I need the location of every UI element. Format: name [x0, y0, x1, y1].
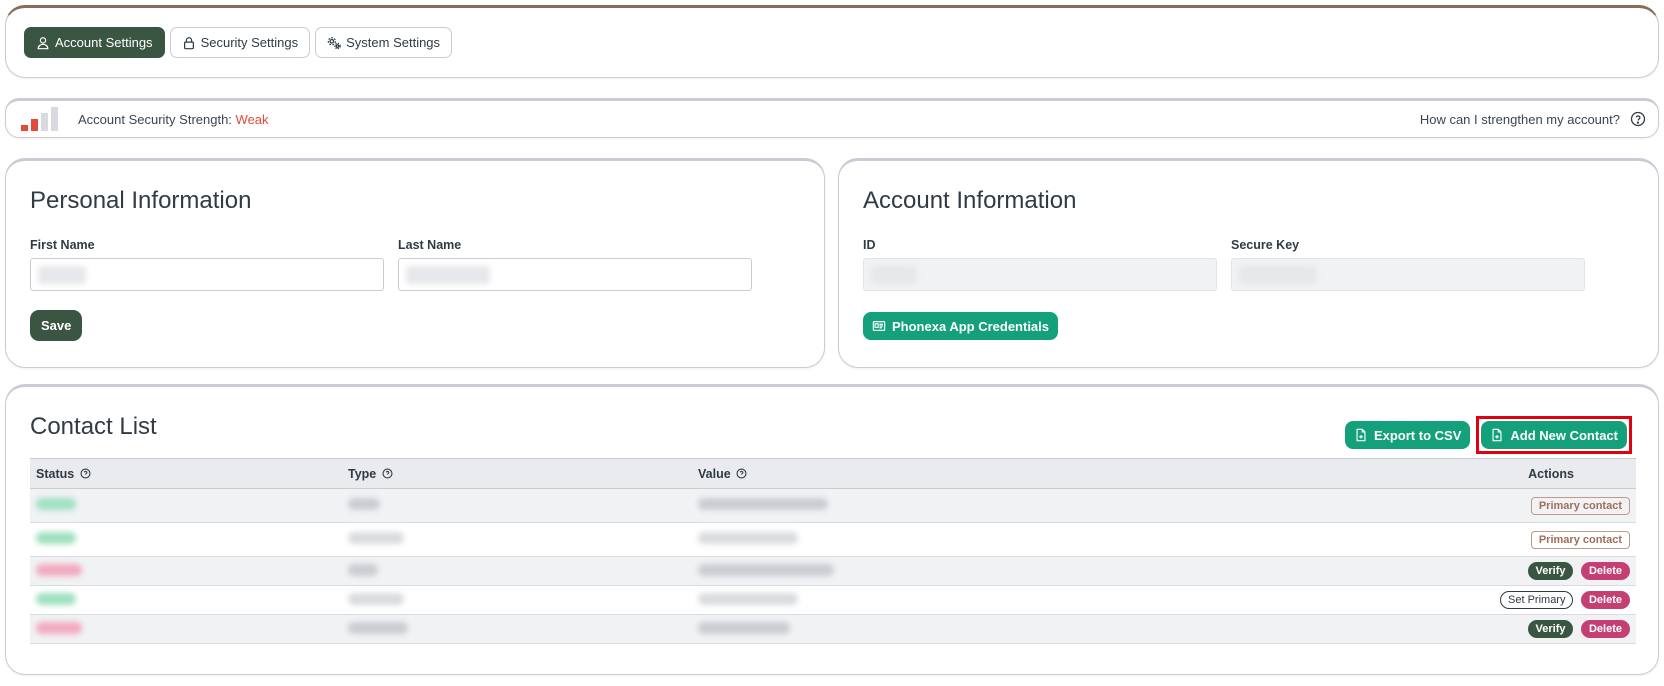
add-contact-highlight: Add New Contact [1476, 416, 1632, 454]
table-row: Primary contact [30, 488, 1636, 523]
type-column-header[interactable]: Type [342, 458, 692, 489]
strengthen-account-link[interactable]: How can I strengthen my account? [1420, 112, 1620, 127]
question-circle-icon[interactable] [1630, 111, 1646, 127]
personal-information-card: Personal Information First Name Last Nam… [5, 158, 825, 368]
actions-cell: Primary contact [1212, 488, 1636, 523]
security-strength-bar: Account Security Strength: Weak How can … [5, 98, 1659, 138]
value-cell [692, 522, 1212, 557]
verify-button[interactable]: Verify [1527, 562, 1574, 580]
actions-cell: Verify Delete [1212, 556, 1636, 586]
personal-information-title: Personal Information [30, 187, 252, 214]
table-row: Set Primary Delete [30, 585, 1636, 615]
actions-cell: Verify Delete [1212, 614, 1636, 644]
contact-list-card: Contact List Export to CSV Add New Conta… [5, 384, 1659, 675]
strength-bar-2 [31, 119, 38, 131]
actions-cell: Primary contact [1212, 522, 1636, 557]
status-column-header[interactable]: Status [30, 458, 342, 489]
first-name-redacted [38, 266, 86, 284]
settings-tabs: Account Settings Security Settings Syste… [24, 27, 453, 58]
file-export-icon [1356, 428, 1366, 442]
delete-button[interactable]: Delete [1580, 562, 1630, 580]
delete-button[interactable]: Delete [1580, 620, 1630, 638]
last-name-label: Last Name [398, 238, 462, 252]
strength-bar-1 [21, 125, 28, 131]
table-header-row: Status Type Value Actions [30, 458, 1636, 489]
strength-bar-3 [41, 113, 48, 131]
id-redacted [871, 266, 917, 284]
question-circle-icon[interactable] [80, 467, 91, 479]
set-primary-button[interactable]: Set Primary [1500, 591, 1574, 609]
status-cell [30, 488, 342, 523]
tab-security-settings[interactable]: Security Settings [169, 27, 311, 58]
tab-label: Account Settings [55, 35, 153, 50]
value-cell [692, 488, 1212, 523]
tab-label: System Settings [346, 35, 441, 50]
status-cell [30, 556, 342, 586]
user-icon [37, 36, 49, 49]
table-row: Primary contact [30, 522, 1636, 557]
status-cell [30, 585, 342, 615]
lock-icon [183, 36, 194, 49]
tab-system-settings[interactable]: System Settings [315, 27, 453, 58]
question-circle-icon[interactable] [382, 467, 393, 479]
table-row: Verify Delete [30, 556, 1636, 586]
id-label: ID [863, 238, 876, 252]
strength-bar-4 [51, 107, 58, 131]
id-card-icon [872, 321, 886, 331]
tab-account-settings[interactable]: Account Settings [24, 27, 165, 58]
last-name-redacted [406, 266, 490, 284]
value-cell [692, 614, 1212, 644]
secure-key-redacted [1239, 266, 1317, 284]
save-button[interactable]: Save [30, 310, 83, 341]
first-name-label: First Name [30, 238, 95, 252]
primary-contact-badge: Primary contact [1530, 496, 1630, 515]
type-cell [342, 488, 692, 523]
contact-list-title: Contact List [30, 413, 157, 440]
verify-button[interactable]: Verify [1527, 620, 1574, 638]
value-cell [692, 585, 1212, 615]
contact-list-toolbar: Export to CSV Add New Contact [1344, 416, 1632, 454]
question-circle-icon[interactable] [736, 467, 747, 479]
status-cell [30, 614, 342, 644]
secure-key-label: Secure Key [1231, 238, 1300, 252]
gears-icon [327, 36, 341, 49]
delete-button[interactable]: Delete [1580, 591, 1630, 609]
account-information-title: Account Information [863, 187, 1077, 214]
actions-column-header: Actions [1212, 458, 1636, 489]
type-cell [342, 556, 692, 586]
tab-label: Security Settings [200, 35, 299, 50]
contact-table: Status Type Value Actions Primary contac… [30, 458, 1636, 644]
settings-tabs-card: Account Settings Security Settings Syste… [5, 5, 1659, 78]
value-cell [692, 556, 1212, 586]
type-cell [342, 614, 692, 644]
table-row: Verify Delete [30, 614, 1636, 644]
file-plus-icon [1492, 428, 1502, 442]
app-credentials-button[interactable]: Phonexa App Credentials [863, 312, 1058, 340]
strength-value: Weak [235, 112, 269, 127]
export-csv-button[interactable]: Export to CSV [1344, 421, 1471, 449]
value-column-header[interactable]: Value [692, 458, 1212, 489]
add-new-contact-button[interactable]: Add New Contact [1481, 421, 1627, 449]
strength-meter [21, 107, 58, 131]
type-cell [342, 585, 692, 615]
actions-cell: Set Primary Delete [1212, 585, 1636, 615]
account-information-card: Account Information ID Secure Key Phonex… [838, 158, 1659, 368]
primary-contact-badge: Primary contact [1530, 530, 1630, 549]
type-cell [342, 522, 692, 557]
status-cell [30, 522, 342, 557]
strength-label: Account Security Strength: Weak [78, 112, 269, 127]
